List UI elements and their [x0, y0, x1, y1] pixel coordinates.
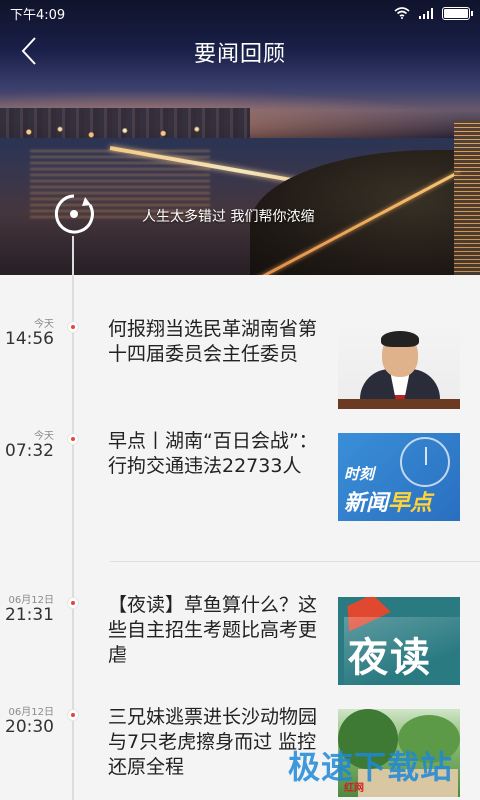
hero-tagline: 人生太多错过 我们帮你浓缩: [142, 209, 315, 225]
item-date: 06月12日: [8, 707, 54, 718]
wifi-icon: [394, 7, 410, 19]
item-date: 06月12日: [8, 595, 54, 606]
timeline-dot: [67, 321, 79, 333]
timeline-dot: [67, 597, 79, 609]
thumb-label-main: 新闻早点: [344, 485, 432, 517]
signal-icon: [419, 8, 433, 19]
thumb-label-top: 时刻: [344, 465, 375, 483]
item-title: 早点丨湖南“百日会战”：行拘交通违法22733人: [108, 430, 318, 477]
item-title: 【夜读】草鱼算什么？这些自主招生考题比高考更虐: [108, 594, 318, 666]
title-bar: 要闻回顾: [0, 26, 480, 76]
list-item[interactable]: 今天 14:56 何报翔当选民革湖南省第十四届委员会主任委员: [0, 275, 480, 409]
item-time: 20:30: [5, 717, 54, 737]
thumb-label-news: 新闻: [344, 491, 389, 516]
item-time: 21:31: [5, 605, 54, 625]
list-item[interactable]: 今天 07:32 早点丨湖南“百日会战”：行拘交通违法22733人 时刻 新闻早…: [0, 387, 480, 521]
status-icons: [394, 6, 473, 20]
timeline-dot: [67, 433, 79, 445]
item-date: 今天: [34, 319, 54, 330]
timeline-dot: [67, 709, 79, 721]
item-time: 07:32: [5, 441, 54, 461]
list-item[interactable]: 06月12日 21:31 【夜读】草鱼算什么？这些自主招生考题比高考更虐 夜读: [0, 551, 480, 685]
item-thumbnail: 时刻 新闻早点: [338, 433, 460, 521]
item-title: 何报翔当选民革湖南省第十四届委员会主任委员: [108, 318, 318, 365]
thumb-label-early: 早点: [388, 491, 433, 516]
item-time: 14:56: [5, 329, 54, 349]
refresh-icon[interactable]: [52, 192, 96, 236]
clock-graphic: [400, 437, 450, 487]
page-title: 要闻回顾: [193, 42, 286, 67]
item-date: 今天: [34, 431, 54, 442]
hero-banner: 下午4:09 要闻回顾 人生太多错过 我们帮你浓缩: [0, 0, 480, 275]
status-time: 下午4:09: [10, 7, 66, 23]
battery-icon: [442, 6, 473, 20]
watermark: 极速下载站: [288, 748, 454, 786]
news-list: 今天 14:56 何报翔当选民革湖南省第十四届委员会主任委员 今天 07:32 …: [0, 275, 480, 800]
status-bar: 下午4:09: [0, 0, 480, 26]
portrait-hair: [381, 331, 419, 347]
